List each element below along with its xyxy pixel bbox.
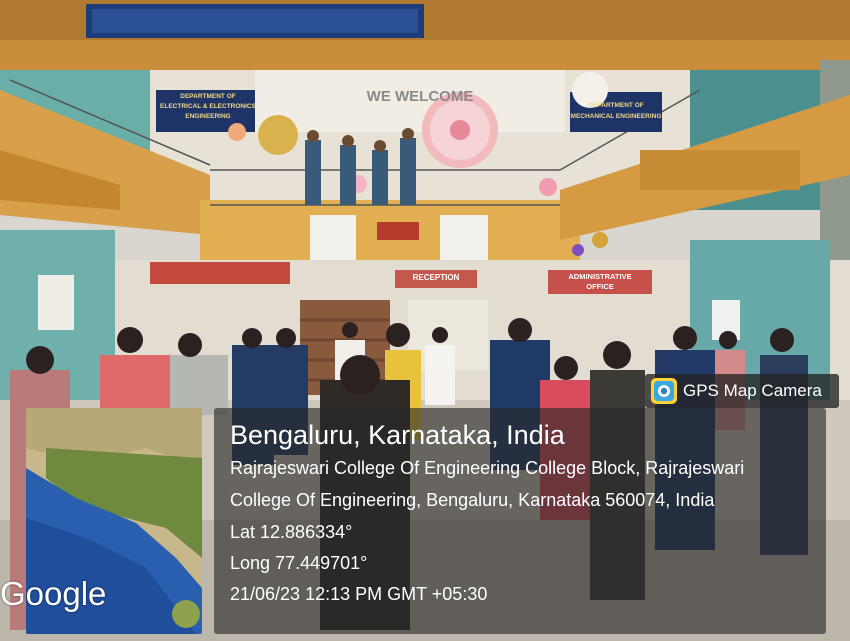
- reception-text: RECEPTION: [412, 273, 460, 282]
- sign-eee-text: DEPARTMENT OF ELECTRICAL & ELECTRONICS E…: [160, 93, 256, 120]
- gps-map-camera-badge: GPS Map Camera: [645, 374, 839, 408]
- address-line-2: College Of Engineering, Bengaluru, Karna…: [230, 490, 715, 510]
- latitude-text: Lat 12.886334°: [230, 522, 353, 542]
- wall-banner-left: [150, 262, 290, 284]
- photo-frame: Google GPS Map Camera Bengaluru, Karnata…: [0, 0, 850, 641]
- google-logo: Google: [0, 575, 107, 612]
- admin-office-text: ADMINISTRATIVE OFFICE: [568, 272, 632, 291]
- timestamp-text: 21/06/23 12:13 PM GMT +05:30: [230, 584, 488, 604]
- banner-text: WE WELCOME: [366, 88, 474, 105]
- longitude-text: Long 77.449701°: [230, 553, 368, 573]
- gps-badge-label: GPS Map Camera: [683, 381, 822, 400]
- location-title: Bengaluru, Karnataka, India: [230, 420, 565, 450]
- address-line-1: Rajrajeswari College Of Engineering Coll…: [230, 458, 745, 478]
- sign-mech-text: DEPARTMENT OF MECHANICAL ENGINEERING: [570, 102, 662, 120]
- gps-camera-icon: [651, 378, 677, 404]
